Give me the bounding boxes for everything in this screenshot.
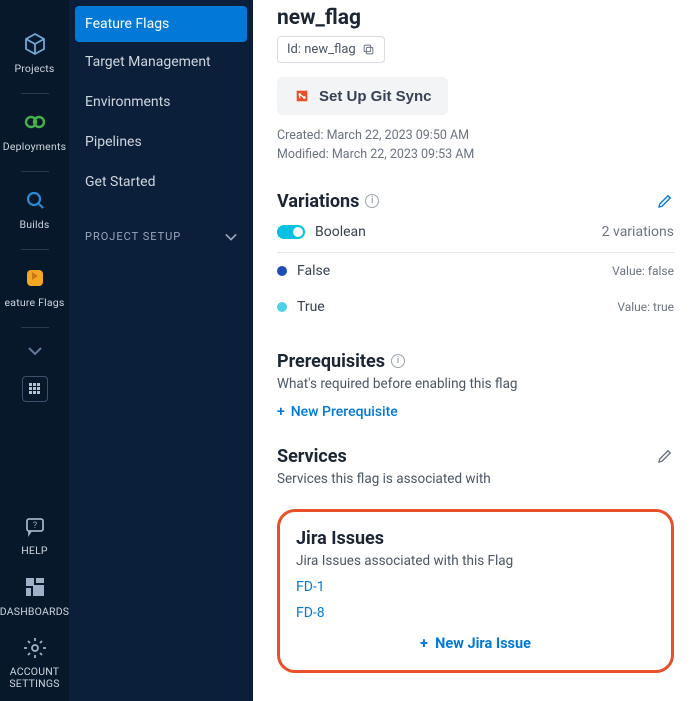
jira-issue-link[interactable]: FD-1 (296, 579, 655, 595)
variation-type-label: Boolean (315, 224, 366, 240)
variation-value: Value: true (617, 300, 674, 314)
new-jira-label: New Jira Issue (435, 635, 531, 652)
dot-icon (277, 266, 287, 276)
new-prerequisite-button[interactable]: + New Prerequisite (277, 404, 398, 420)
prerequisites-subtitle: What's required before enabling this fla… (277, 376, 674, 392)
cube-icon (23, 32, 47, 56)
flag-id-chip[interactable]: Id: new_flag (277, 36, 385, 63)
variation-false-row: False Value: false (277, 253, 674, 289)
rail-builds[interactable]: Builds (0, 180, 69, 241)
rail-help[interactable]: ? HELP (0, 506, 69, 567)
created-line: Created: March 22, 2023 09:50 AM (277, 127, 674, 146)
rail-grid[interactable] (0, 366, 69, 412)
main-panel: new_flag Id: new_flag Set Up Git Sync Cr… (253, 0, 694, 701)
divider (21, 171, 49, 172)
search-icon (23, 188, 47, 212)
sidebar-item-environments[interactable]: Environments (69, 82, 253, 122)
variations-section: Variations i Boolean 2 variations False … (277, 191, 674, 325)
rail-expand[interactable] (0, 336, 69, 366)
flag-id-label: Id: new_flag (287, 42, 356, 57)
rail-label: Deployments (3, 140, 66, 153)
rail-label: ACCOUNT SETTINGS (0, 666, 69, 691)
divider (21, 327, 49, 328)
new-prerequisite-label: New Prerequisite (291, 404, 398, 420)
divider (21, 93, 49, 94)
variation-value: Value: false (612, 264, 674, 278)
project-sidebar: Feature Flags Target Management Environm… (69, 0, 253, 701)
setup-git-sync-button[interactable]: Set Up Git Sync (277, 77, 448, 115)
git-icon (293, 87, 311, 105)
rail-label: Builds (20, 218, 50, 231)
sidebar-item-target-management[interactable]: Target Management (69, 42, 253, 82)
divider (21, 249, 49, 250)
jira-issue-link[interactable]: FD-8 (296, 605, 655, 621)
info-icon[interactable]: i (365, 194, 379, 208)
rail-label: eature Flags (5, 296, 65, 309)
modified-line: Modified: March 22, 2023 09:53 AM (277, 146, 674, 165)
rail-account-settings[interactable]: ACCOUNT SETTINGS (0, 628, 69, 701)
sidebar-item-get-started[interactable]: Get Started (69, 162, 253, 202)
variation-label: True (297, 299, 325, 315)
dot-icon (277, 302, 287, 312)
pencil-icon[interactable] (656, 192, 674, 210)
copy-icon (362, 43, 375, 56)
plus-icon: + (420, 635, 428, 652)
svg-text:?: ? (32, 521, 36, 531)
flag-icon (23, 266, 47, 290)
variation-count: 2 variations (602, 224, 674, 240)
jira-subtitle: Jira Issues associated with this Flag (296, 553, 655, 569)
rail-dashboards[interactable]: DASHBOARDS (0, 567, 69, 628)
pencil-icon[interactable] (656, 447, 674, 465)
sidebar-item-feature-flags[interactable]: Feature Flags (75, 6, 247, 42)
sidebar-setup-label: PROJECT SETUP (85, 230, 181, 243)
dashboard-icon (23, 575, 47, 599)
services-title: Services (277, 446, 347, 467)
jira-title: Jira Issues (296, 528, 655, 549)
prerequisites-section: Prerequisites i What's required before e… (277, 351, 674, 420)
variation-true-row: True Value: true (277, 289, 674, 325)
services-subtitle: Services this flag is associated with (277, 471, 674, 487)
gear-icon (23, 636, 47, 660)
prerequisites-title: Prerequisites i (277, 351, 674, 372)
new-jira-issue-button[interactable]: + New Jira Issue (296, 635, 655, 652)
nav-rail: Projects Deployments Builds eature Flags… (0, 0, 69, 701)
variation-type-toggle[interactable] (277, 225, 305, 239)
chevron-down-icon (225, 232, 237, 242)
rail-label: HELP (21, 544, 48, 557)
variation-label: False (297, 263, 330, 279)
plus-icon: + (277, 404, 285, 420)
grid-icon (22, 376, 48, 402)
info-icon[interactable]: i (391, 354, 405, 368)
help-icon: ? (23, 514, 47, 538)
sidebar-item-pipelines[interactable]: Pipelines (69, 122, 253, 162)
rail-deployments[interactable]: Deployments (0, 102, 69, 163)
git-sync-label: Set Up Git Sync (319, 88, 432, 105)
rail-label: DASHBOARDS (0, 605, 69, 618)
variations-title: Variations i (277, 191, 379, 212)
link-icon (23, 110, 47, 134)
flag-title: new_flag (277, 6, 674, 30)
rail-label: Projects (14, 62, 54, 75)
rail-feature-flags[interactable]: eature Flags (0, 258, 69, 319)
services-section: Services Services this flag is associate… (277, 446, 674, 487)
sidebar-project-setup[interactable]: PROJECT SETUP (69, 202, 253, 243)
chevron-down-icon (28, 346, 42, 356)
rail-projects[interactable]: Projects (0, 24, 69, 85)
jira-issues-section: Jira Issues Jira Issues associated with … (277, 509, 674, 673)
